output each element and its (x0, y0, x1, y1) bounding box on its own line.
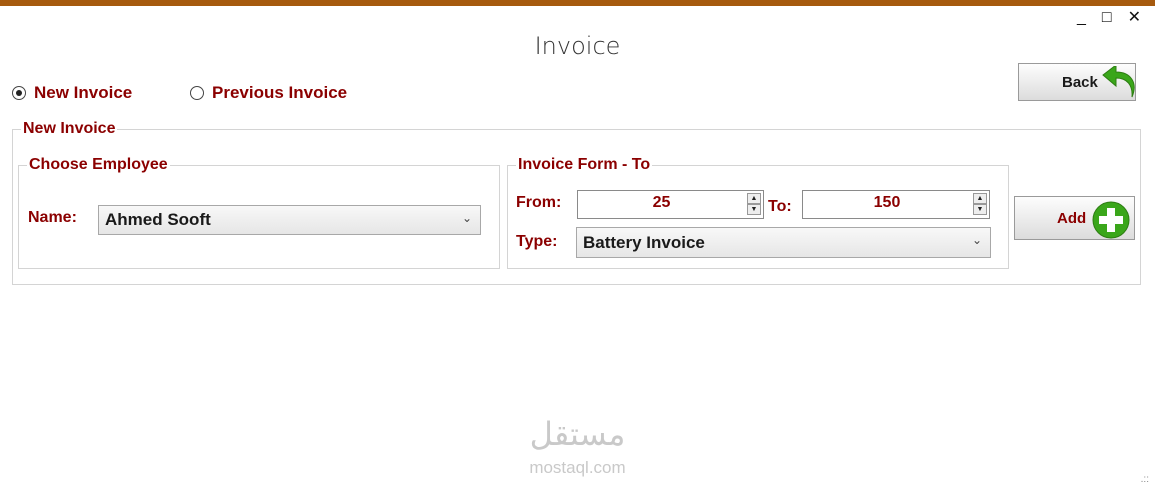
choose-employee-group-title: Choose Employee (29, 156, 168, 173)
radio-new-invoice-label: New Invoice (34, 83, 133, 102)
invoice-type-select[interactable]: Battery Invoice ⌄ (576, 227, 991, 258)
employee-name-select[interactable]: Ahmed Sooft ⌄ (98, 205, 481, 235)
add-button[interactable]: Add (1014, 196, 1135, 240)
spin-down-icon[interactable]: ▼ (747, 204, 761, 215)
maximize-button[interactable]: □ (1102, 8, 1112, 28)
chevron-down-icon: ⌄ (971, 233, 982, 247)
to-label: To: (768, 198, 792, 215)
watermark-logo-arabic: مستقل (529, 415, 626, 453)
chevron-down-icon: ⌄ (461, 211, 472, 225)
invoice-type-value: Battery Invoice (583, 232, 705, 252)
to-value: 150 (873, 194, 901, 211)
from-number-input[interactable]: 25 ▲ ▼ (577, 190, 764, 219)
radio-previous-invoice-label: Previous Invoice (212, 83, 348, 102)
watermark-logo-latin: mostaql.com (529, 458, 626, 477)
from-value: 25 (652, 194, 671, 211)
radio-new-invoice[interactable]: New Invoice (12, 83, 132, 103)
invoice-form-group-title: Invoice Form - To (518, 156, 651, 173)
resize-grip-icon[interactable]: .:: (1141, 474, 1149, 485)
to-number-input[interactable]: 150 ▲ ▼ (802, 190, 990, 219)
back-arrow-icon (1102, 66, 1135, 98)
minimize-button[interactable]: _ (1077, 8, 1086, 28)
close-button[interactable]: ✕ (1128, 8, 1141, 28)
window-top-accent-bar (0, 0, 1155, 6)
spin-up-icon[interactable]: ▲ (973, 193, 987, 204)
spin-down-icon[interactable]: ▼ (973, 204, 987, 215)
radio-unselected-indicator[interactable] (190, 86, 204, 100)
window-controls: _ □ ✕ (1077, 8, 1141, 28)
from-spinner[interactable]: ▲ ▼ (747, 193, 761, 215)
radio-previous-invoice[interactable]: Previous Invoice (190, 83, 347, 103)
window-title: Invoice (534, 32, 621, 60)
radio-selected-indicator[interactable] (12, 86, 26, 100)
new-invoice-group-title: New Invoice (23, 120, 116, 137)
to-spinner[interactable]: ▲ ▼ (973, 193, 987, 215)
type-label: Type: (516, 233, 558, 250)
add-plus-icon (1092, 201, 1130, 239)
back-button-label: Back (1062, 74, 1098, 91)
add-button-label: Add (1057, 210, 1087, 227)
employee-name-value: Ahmed Sooft (105, 210, 211, 229)
from-label: From: (516, 194, 562, 211)
spin-up-icon[interactable]: ▲ (747, 193, 761, 204)
name-label: Name: (28, 209, 77, 226)
back-button[interactable]: Back (1018, 63, 1136, 101)
